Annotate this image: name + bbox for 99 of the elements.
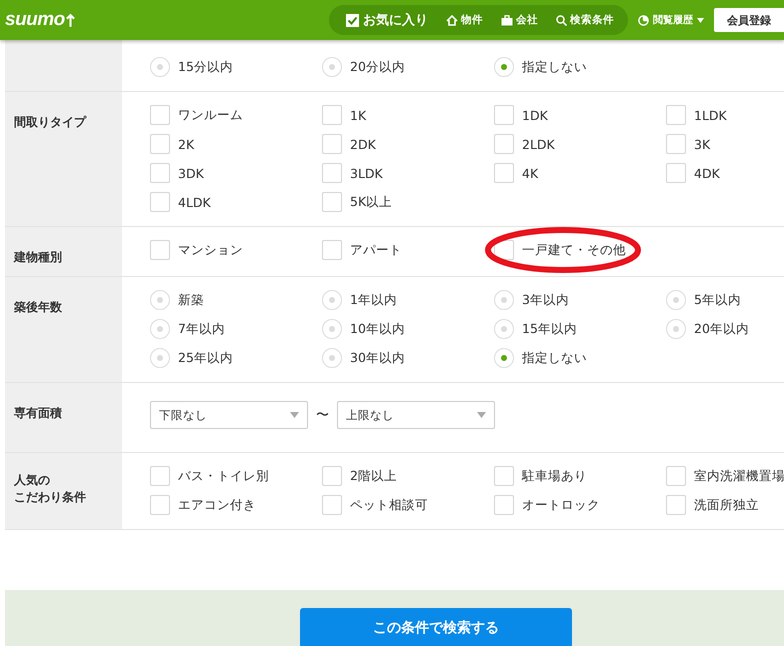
checkbox-option[interactable]: アパート <box>322 240 402 260</box>
radio-button[interactable] <box>494 57 514 77</box>
radio-button[interactable] <box>494 290 514 310</box>
checkbox[interactable] <box>666 163 686 183</box>
radio-button[interactable] <box>150 348 170 368</box>
search-button[interactable]: この条件で検索する <box>300 608 572 646</box>
checkbox[interactable] <box>322 240 342 260</box>
section-label: 建物種別 <box>14 249 62 266</box>
radio-option[interactable]: 15分以内 <box>150 57 233 77</box>
checkbox-option[interactable]: 1DK <box>494 105 548 125</box>
section-label: こだわり条件 <box>14 489 87 506</box>
radio-option[interactable]: 25年以内 <box>150 348 233 368</box>
caret-icon <box>290 412 299 418</box>
radio-button[interactable] <box>322 57 342 77</box>
register-button[interactable]: 会員登録 <box>714 8 784 32</box>
dropdown[interactable]: 下限なし <box>150 401 308 429</box>
radio-button[interactable] <box>150 290 170 310</box>
radio-option[interactable]: 10年以内 <box>322 319 405 339</box>
checkbox[interactable] <box>666 466 686 486</box>
nav-link[interactable]: 物件 <box>446 13 483 27</box>
checkbox[interactable] <box>494 495 514 515</box>
radio-button[interactable] <box>666 290 686 310</box>
checkbox-option[interactable]: 2階以上 <box>322 466 397 486</box>
checkbox[interactable] <box>494 105 514 125</box>
checkbox-option[interactable]: 2LDK <box>494 134 555 154</box>
checkbox-option[interactable]: ワンルーム <box>150 105 243 125</box>
checkbox[interactable] <box>322 134 342 154</box>
nav-link[interactable]: 会社 <box>501 13 538 27</box>
checkbox[interactable] <box>666 105 686 125</box>
radio-option[interactable]: 7年以内 <box>150 319 225 339</box>
checkbox[interactable] <box>150 495 170 515</box>
section-label: 間取りタイプ <box>14 114 86 131</box>
clock-icon <box>638 14 649 26</box>
checkbox-option[interactable]: 1LDK <box>666 105 727 125</box>
checkbox[interactable] <box>666 134 686 154</box>
checkbox[interactable] <box>322 105 342 125</box>
checkbox-option[interactable]: 4K <box>494 163 538 183</box>
checkbox[interactable] <box>666 495 686 515</box>
checkbox-icon <box>345 12 360 28</box>
home-icon <box>446 14 458 26</box>
radio-button[interactable] <box>322 290 342 310</box>
checkbox-option[interactable]: 洗面所独立 <box>666 495 759 515</box>
radio-button[interactable] <box>494 319 514 339</box>
checkbox[interactable] <box>322 163 342 183</box>
briefcase-icon <box>501 14 513 26</box>
radio-option[interactable]: 5年以内 <box>666 290 741 310</box>
checkbox-option[interactable]: 1K <box>322 105 366 125</box>
checkbox[interactable] <box>150 192 170 212</box>
checkbox[interactable] <box>322 495 342 515</box>
radio-option[interactable]: 指定しない <box>494 348 587 368</box>
range-separator: 〜 <box>316 407 329 424</box>
checkbox-option[interactable]: 3DK <box>150 163 204 183</box>
caret-icon <box>477 412 486 418</box>
radio-option[interactable]: 指定しない <box>494 57 587 77</box>
nav-link[interactable]: 検索条件 <box>556 13 614 27</box>
checkbox-option[interactable]: 4LDK <box>150 192 211 212</box>
radio-button[interactable] <box>494 348 514 368</box>
radio-option[interactable]: 3年以内 <box>494 290 569 310</box>
checkbox[interactable] <box>322 192 342 212</box>
radio-option[interactable]: 15年以内 <box>494 319 577 339</box>
checkbox[interactable] <box>150 240 170 260</box>
arrow-icon <box>66 12 75 28</box>
checkbox[interactable] <box>494 163 514 183</box>
radio-button[interactable] <box>150 319 170 339</box>
search-icon <box>556 14 567 26</box>
radio-button[interactable] <box>322 319 342 339</box>
checkbox-option[interactable]: エアコン付き <box>150 495 256 515</box>
dropdown[interactable]: 上限なし <box>337 401 495 429</box>
radio-option[interactable]: 20年以内 <box>666 319 749 339</box>
nav-link[interactable]: お気に入り <box>345 11 428 29</box>
section-label: 人気の <box>14 472 51 489</box>
checkbox[interactable] <box>150 134 170 154</box>
checkbox[interactable] <box>322 466 342 486</box>
checkbox-option[interactable]: バス・トイレ別 <box>150 466 269 486</box>
checkbox-option[interactable]: 4DK <box>666 163 720 183</box>
radio-option[interactable]: 1年以内 <box>322 290 397 310</box>
checkbox-option[interactable]: 2DK <box>322 134 376 154</box>
checkbox-option[interactable]: ペット相談可 <box>322 495 428 515</box>
checkbox[interactable] <box>494 134 514 154</box>
checkbox-option[interactable]: オートロック <box>494 495 600 515</box>
radio-button[interactable] <box>666 319 686 339</box>
checkbox-option[interactable]: マンション <box>150 240 243 260</box>
radio-option[interactable]: 30年以内 <box>322 348 405 368</box>
checkbox[interactable] <box>150 163 170 183</box>
radio-button[interactable] <box>150 57 170 77</box>
checkbox-option[interactable]: 3LDK <box>322 163 383 183</box>
caret-icon <box>697 18 704 22</box>
checkbox[interactable] <box>150 466 170 486</box>
radio-option[interactable]: 新築 <box>150 290 204 310</box>
checkbox[interactable] <box>150 105 170 125</box>
radio-button[interactable] <box>322 348 342 368</box>
radio-option[interactable]: 20分以内 <box>322 57 405 77</box>
section-label: 築後年数 <box>14 299 62 316</box>
section-label: 専有面積 <box>14 405 62 422</box>
checkbox-option[interactable]: 駐車場あり <box>494 466 587 486</box>
checkbox-option[interactable]: 2K <box>150 134 194 154</box>
checkbox[interactable] <box>494 466 514 486</box>
checkbox-option[interactable]: 3K <box>666 134 710 154</box>
checkbox-option[interactable]: 5K以上 <box>322 192 392 212</box>
